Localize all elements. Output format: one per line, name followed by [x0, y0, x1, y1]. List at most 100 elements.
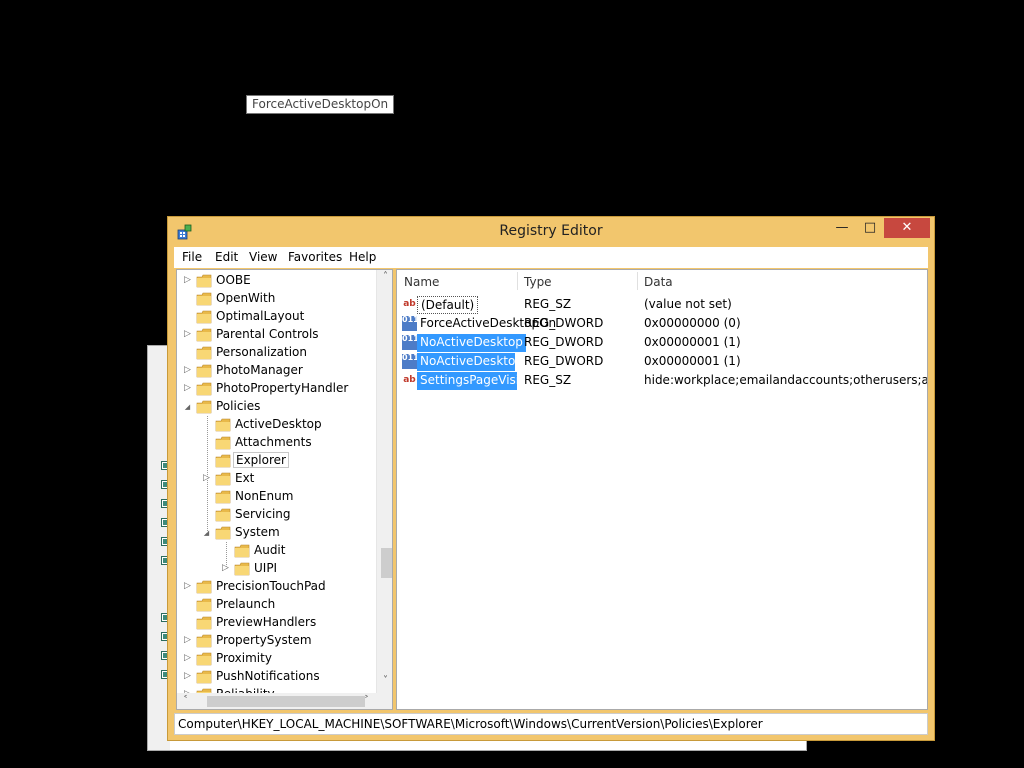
- value-name: SettingsPageVisi...: [417, 372, 517, 390]
- folder-icon: [215, 472, 231, 486]
- tree-node[interactable]: Prelaunch: [177, 596, 376, 614]
- tree-node-label: Personalization: [216, 345, 307, 359]
- dword-value-icon: 011: [402, 335, 419, 350]
- folder-icon: [196, 328, 212, 342]
- tree-node[interactable]: ▷ PhotoManager: [177, 362, 376, 380]
- expand-arrow-icon[interactable]: ▷: [183, 635, 192, 645]
- column-header-data[interactable]: Data: [637, 270, 927, 294]
- tree-node[interactable]: Personalization: [177, 344, 376, 362]
- expand-arrow-icon[interactable]: ▷: [183, 365, 192, 375]
- minimize-button[interactable]: —: [828, 218, 856, 238]
- value-name: NoActiveDeskto...: [417, 353, 515, 371]
- string-value-icon: ab: [403, 375, 416, 385]
- status-bar: Computer\HKEY_LOCAL_MACHINE\SOFTWARE\Mic…: [174, 713, 928, 735]
- menu-help[interactable]: Help: [349, 250, 376, 264]
- tree-node-label: OptimalLayout: [216, 309, 305, 323]
- tree-node[interactable]: ◢ Policies: [177, 398, 376, 416]
- menu-view[interactable]: View: [249, 250, 277, 264]
- folder-icon: [215, 526, 231, 540]
- tree-node-label: Attachments: [235, 435, 312, 449]
- folder-icon: [196, 292, 212, 306]
- folder-icon: [196, 346, 212, 360]
- folder-icon: [215, 436, 231, 450]
- value-row[interactable]: ab (Default) REG_SZ (value not set): [397, 295, 927, 314]
- folder-icon: [196, 382, 212, 396]
- tree-node[interactable]: OpenWith: [177, 290, 376, 308]
- value-data: 0x00000001 (1): [644, 335, 741, 349]
- column-header-type[interactable]: Type: [517, 270, 637, 294]
- tree-node[interactable]: ▷ Proximity: [177, 650, 376, 668]
- folder-icon: [196, 634, 212, 648]
- tree-horizontal-scroll-thumb[interactable]: [207, 696, 365, 707]
- tooltip: ForceActiveDesktopOn: [246, 95, 395, 114]
- column-header-name[interactable]: Name: [397, 270, 517, 294]
- tree-node-label: NonEnum: [235, 489, 294, 503]
- scroll-up-arrow-icon[interactable]: ˄: [377, 271, 392, 282]
- tree-vertical-scroll-thumb[interactable]: [381, 548, 392, 578]
- expand-arrow-icon[interactable]: ▷: [183, 383, 192, 393]
- close-button[interactable]: ✕: [884, 218, 930, 238]
- folder-icon: [196, 670, 212, 684]
- folder-icon: [196, 652, 212, 666]
- scroll-left-arrow-icon[interactable]: ˂: [177, 695, 194, 706]
- menu-favorites[interactable]: Favorites: [288, 250, 342, 264]
- menu-edit[interactable]: Edit: [215, 250, 238, 264]
- value-row[interactable]: 011 NoActiveDeskto... REG_DWORD 0x000000…: [397, 352, 927, 371]
- collapse-arrow-icon[interactable]: ◢: [183, 403, 192, 411]
- expand-arrow-icon[interactable]: ▷: [183, 671, 192, 681]
- folder-icon: [196, 598, 212, 612]
- key-tree-pane[interactable]: ▷ OOBE OpenWith OptimalLayout ▷ Parental Cont…: [176, 269, 393, 710]
- tree-vertical-scrollbar[interactable]: ˄ ˅: [376, 270, 392, 693]
- tree-node-label: Parental Controls: [216, 327, 319, 341]
- tree-node[interactable]: Audit: [177, 542, 376, 560]
- value-data: hide:workplace;emailandaccounts;otheruse…: [644, 373, 928, 387]
- registry-editor-window: Registry Editor — □ ✕ File Edit View Fav…: [167, 216, 935, 741]
- folder-icon: [215, 508, 231, 522]
- value-row[interactable]: 011 NoActiveDesktop REG_DWORD 0x00000001…: [397, 333, 927, 352]
- value-type: REG_SZ: [524, 373, 572, 387]
- scrollbar-corner: [376, 693, 392, 709]
- tree-node[interactable]: ▷ PrecisionTouchPad: [177, 578, 376, 596]
- expand-arrow-icon[interactable]: ▷: [183, 275, 192, 285]
- folder-icon: [196, 310, 212, 324]
- tree-node-label: UIPI: [254, 561, 278, 575]
- values-list-pane[interactable]: Name Type Data ab (Default) REG_SZ (valu…: [396, 269, 928, 710]
- tree-connector: [226, 542, 227, 569]
- scroll-right-arrow-icon[interactable]: ˃: [358, 695, 375, 706]
- scroll-down-arrow-icon[interactable]: ˅: [377, 675, 392, 686]
- expand-arrow-icon[interactable]: ▷: [183, 653, 192, 663]
- tree-node[interactable]: ▷ PropertySystem: [177, 632, 376, 650]
- title-bar[interactable]: Registry Editor — □ ✕: [168, 217, 934, 247]
- tree-node[interactable]: OptimalLayout: [177, 308, 376, 326]
- tree-node[interactable]: ▷ OOBE: [177, 272, 376, 290]
- tree-node-label: ActiveDesktop: [235, 417, 322, 431]
- menu-bar: File Edit View Favorites Help: [174, 247, 928, 268]
- value-type: REG_DWORD: [524, 354, 604, 368]
- tree-node[interactable]: ▷ PhotoPropertyHandler: [177, 380, 376, 398]
- tree-node-label: Policies: [216, 399, 261, 413]
- tree-node-label: System: [235, 525, 280, 539]
- tree-node[interactable]: ▷ PushNotifications: [177, 668, 376, 686]
- menu-file[interactable]: File: [182, 250, 202, 264]
- tree-node[interactable]: PreviewHandlers: [177, 614, 376, 632]
- expand-arrow-icon[interactable]: ▷: [183, 581, 192, 591]
- dword-value-icon: 011: [402, 316, 419, 331]
- tree-horizontal-scrollbar[interactable]: ˂ ˃: [177, 693, 376, 709]
- folder-icon: [196, 364, 212, 378]
- expand-arrow-icon[interactable]: ▷: [183, 329, 192, 339]
- tree-connector: [207, 416, 208, 533]
- tree-node-label: Ext: [235, 471, 255, 485]
- value-data: 0x00000000 (0): [644, 316, 741, 330]
- tree-node[interactable]: ▷ UIPI: [177, 560, 376, 578]
- maximize-button[interactable]: □: [856, 218, 884, 238]
- tree-node-label: OpenWith: [216, 291, 276, 305]
- value-row[interactable]: 011 ForceActiveDesktopOn REG_DWORD 0x000…: [397, 314, 927, 333]
- tree-node-label: OOBE: [216, 273, 251, 287]
- folder-icon: [234, 544, 250, 558]
- dword-value-icon: 011: [402, 354, 419, 369]
- tree-node-label: Prelaunch: [216, 597, 276, 611]
- value-name: NoActiveDesktop: [417, 334, 526, 352]
- value-row[interactable]: ab SettingsPageVisi... REG_SZ hide:workp…: [397, 371, 927, 390]
- tree-node[interactable]: ▷ Parental Controls: [177, 326, 376, 344]
- folder-icon: [215, 490, 231, 504]
